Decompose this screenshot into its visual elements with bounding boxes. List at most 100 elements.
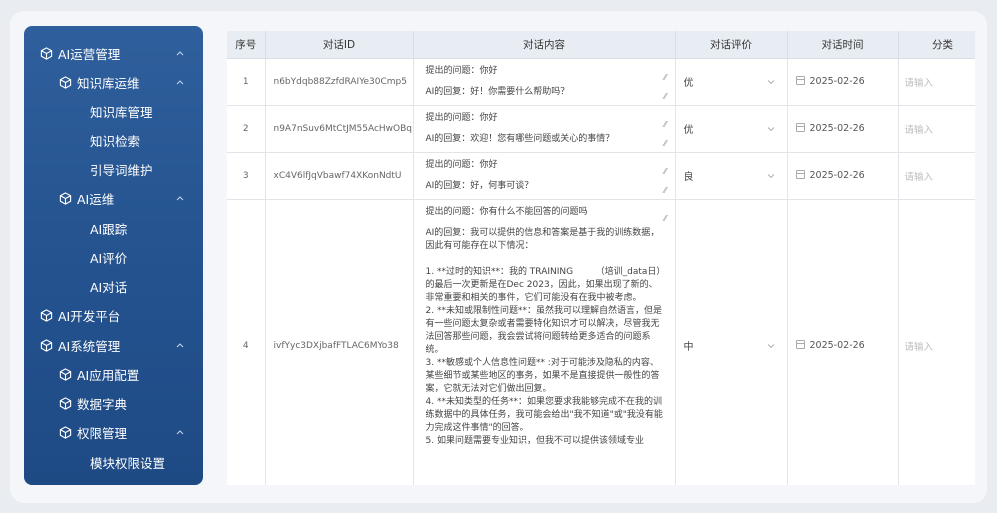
cube-icon bbox=[39, 338, 53, 352]
nav-module-permission-settings[interactable]: 模块权限设置 bbox=[24, 448, 203, 476]
nav-ai-app-config[interactable]: AI应用配置 bbox=[24, 360, 203, 388]
nav-label: 知识库管理 bbox=[90, 104, 153, 120]
nav-permission-management[interactable]: 权限管理 bbox=[24, 418, 203, 446]
date-picker[interactable]: 2025-02-26 bbox=[787, 105, 899, 153]
cube-icon bbox=[39, 46, 53, 60]
nav-label: AI跟踪 bbox=[90, 221, 128, 237]
calendar-icon bbox=[795, 170, 805, 179]
column-header-content: 对话内容 bbox=[413, 31, 676, 59]
nav-label: 模块权限设置 bbox=[90, 455, 166, 471]
nav-data-dictionary[interactable]: 数据字典 bbox=[24, 389, 203, 417]
nav-knowledge-search[interactable]: 知识检索 bbox=[24, 126, 203, 154]
cube-icon bbox=[58, 367, 72, 381]
nav-kb-ops[interactable]: 知识库运维 bbox=[24, 68, 203, 96]
resize-handle-icon[interactable]: ⁄⁄ bbox=[664, 71, 667, 84]
dialog-id: n6bYdqb88ZzfdRAIYe30Cmp5 bbox=[265, 58, 414, 106]
date-picker[interactable]: 2025-02-26 bbox=[787, 58, 899, 106]
nav-ai-operations[interactable]: AI运营管理 bbox=[24, 39, 203, 67]
resize-handle-icon[interactable]: ⁄⁄ bbox=[664, 212, 667, 225]
nav-label: AI对话 bbox=[90, 279, 128, 295]
resize-handle-icon[interactable]: ⁄⁄ bbox=[664, 184, 667, 197]
category-input[interactable]: 请输入 bbox=[898, 105, 975, 153]
table-row: 2 n9A7nSuv6MtCtJM55AcHwOBq 提出的问题：你好 AI的回… bbox=[227, 105, 975, 153]
rating-select[interactable]: 中 bbox=[675, 199, 788, 485]
dialog-table: 序号 对话ID 对话内容 对话评价 对话时间 分类 1 n6bYdqb88Zzf… bbox=[227, 31, 975, 485]
rating-select[interactable]: 优 bbox=[675, 105, 788, 153]
cube-icon bbox=[58, 191, 72, 205]
cube-icon bbox=[58, 75, 72, 89]
column-header-time: 对话时间 bbox=[787, 31, 899, 59]
chevron-down-icon bbox=[767, 173, 774, 178]
question-text: 提出的问题：你有什么不能回答的问题吗 bbox=[425, 206, 588, 217]
resize-handle-icon[interactable]: ⁄⁄ bbox=[664, 165, 667, 178]
rating-select[interactable]: 优 bbox=[675, 58, 788, 106]
column-header-no: 序号 bbox=[227, 31, 266, 59]
dialog-content: 提出的问题：你有什么不能回答的问题吗 AI的回复：我可以提供的信息和答案是基于我… bbox=[413, 199, 676, 486]
dialog-content: 提出的问题：你好 AI的回复：好，何事可谈？ ⁄⁄ ⁄⁄ bbox=[413, 152, 676, 200]
date-picker[interactable]: 2025-02-26 bbox=[787, 199, 899, 485]
nav-ai-dev-platform[interactable]: AI开发平台 bbox=[24, 301, 203, 329]
nav-ai-system-management[interactable]: AI系统管理 bbox=[24, 331, 203, 359]
answer-text: AI的回复：好，何事可谈？ bbox=[425, 180, 534, 191]
nav-label: AI系统管理 bbox=[58, 338, 121, 354]
chevron-up-icon bbox=[176, 430, 184, 435]
chevron-up-icon bbox=[176, 343, 184, 348]
row-number: 4 bbox=[227, 199, 266, 485]
calendar-icon bbox=[795, 76, 805, 85]
nav-ai-ops[interactable]: AI运维 bbox=[24, 184, 203, 212]
date-picker[interactable]: 2025-02-26 bbox=[787, 152, 899, 200]
dialog-content: 提出的问题：你好 AI的回复：欢迎！您有哪些问题或关心的事情？ ⁄⁄ ⁄⁄ bbox=[413, 105, 676, 153]
chevron-down-icon bbox=[767, 343, 774, 348]
table-header-row: 序号 对话ID 对话内容 对话评价 对话时间 分类 bbox=[227, 31, 975, 59]
date-value: 2025-02-26 bbox=[809, 340, 865, 351]
question-text: 提出的问题：你好 bbox=[425, 159, 498, 170]
chevron-up-icon bbox=[176, 196, 184, 201]
date-value: 2025-02-26 bbox=[809, 123, 865, 134]
nav-ai-tracking[interactable]: AI跟踪 bbox=[24, 214, 203, 242]
table-row: 4 ivfYyc3DXjbafFTLAC6MYo38 提出的问题：你有什么不能回… bbox=[227, 199, 975, 485]
nav-label: AI开发平台 bbox=[58, 308, 121, 324]
nav-ai-evaluation[interactable]: AI评价 bbox=[24, 243, 203, 271]
dialog-id: n9A7nSuv6MtCtJM55AcHwOBq bbox=[265, 105, 414, 153]
nav-label: 知识检索 bbox=[90, 133, 141, 149]
resize-handle-icon[interactable]: ⁄⁄ bbox=[664, 90, 667, 103]
cube-icon bbox=[58, 396, 72, 410]
category-input[interactable]: 请输入 bbox=[898, 58, 975, 106]
dialog-table-panel: 序号 对话ID 对话内容 对话评价 对话时间 分类 1 n6bYdqb88Zzf… bbox=[227, 31, 975, 485]
sidebar: AI运营管理 知识库运维 知识库管理 知识检索 引导词维护 AI运维 AI跟踪 … bbox=[24, 26, 203, 485]
category-input[interactable]: 请输入 bbox=[898, 199, 975, 485]
dialog-id: xC4V6lfJqVbawf74XKonNdtU bbox=[265, 152, 414, 200]
rating-value: 良 bbox=[683, 172, 694, 183]
answer-text: AI的回复：好！你需要什么帮助吗？ bbox=[425, 86, 570, 97]
nav-label: 引导词维护 bbox=[90, 162, 153, 178]
row-number: 3 bbox=[227, 152, 266, 200]
resize-handle-icon[interactable]: ⁄⁄ bbox=[664, 118, 667, 131]
category-input[interactable]: 请输入 bbox=[898, 152, 975, 200]
answer-text: AI的回复：我可以提供的信息和答案是基于我的训练数据，因此有可能存在以下情况： … bbox=[425, 227, 663, 446]
nav-kb-management[interactable]: 知识库管理 bbox=[24, 97, 203, 125]
chevron-up-icon bbox=[176, 80, 184, 85]
question-text: 提出的问题：你好 bbox=[425, 112, 498, 123]
nav-label: AI运营管理 bbox=[58, 46, 121, 62]
dialog-content: 提出的问题：你好 AI的回复：好！你需要什么帮助吗？ ⁄⁄ ⁄⁄ bbox=[413, 58, 676, 106]
nav-label: AI应用配置 bbox=[77, 367, 140, 383]
cube-icon bbox=[39, 308, 53, 322]
answer-text: AI的回复：欢迎！您有哪些问题或关心的事情？ bbox=[425, 133, 615, 144]
chevron-down-icon bbox=[767, 126, 774, 131]
chevron-down-icon bbox=[767, 79, 774, 84]
dialog-content-scroll[interactable]: 提出的问题：你有什么不能回答的问题吗 AI的回复：我可以提供的信息和答案是基于我… bbox=[426, 206, 665, 486]
calendar-icon bbox=[795, 340, 805, 349]
nav-prompt-maintenance[interactable]: 引导词维护 bbox=[24, 155, 203, 183]
row-number: 1 bbox=[227, 58, 266, 106]
nav-ai-dialog[interactable]: AI对话 bbox=[24, 272, 203, 300]
nav-label: 数据字典 bbox=[77, 396, 128, 412]
column-header-rating: 对话评价 bbox=[675, 31, 788, 59]
question-text: 提出的问题：你好 bbox=[425, 65, 498, 76]
date-value: 2025-02-26 bbox=[809, 76, 865, 87]
nav-label: AI运维 bbox=[77, 191, 115, 207]
cube-icon bbox=[58, 425, 72, 439]
resize-handle-icon[interactable]: ⁄⁄ bbox=[664, 137, 667, 150]
rating-value: 优 bbox=[683, 78, 694, 89]
column-header-id: 对话ID bbox=[265, 31, 414, 59]
rating-select[interactable]: 良 bbox=[675, 152, 788, 200]
